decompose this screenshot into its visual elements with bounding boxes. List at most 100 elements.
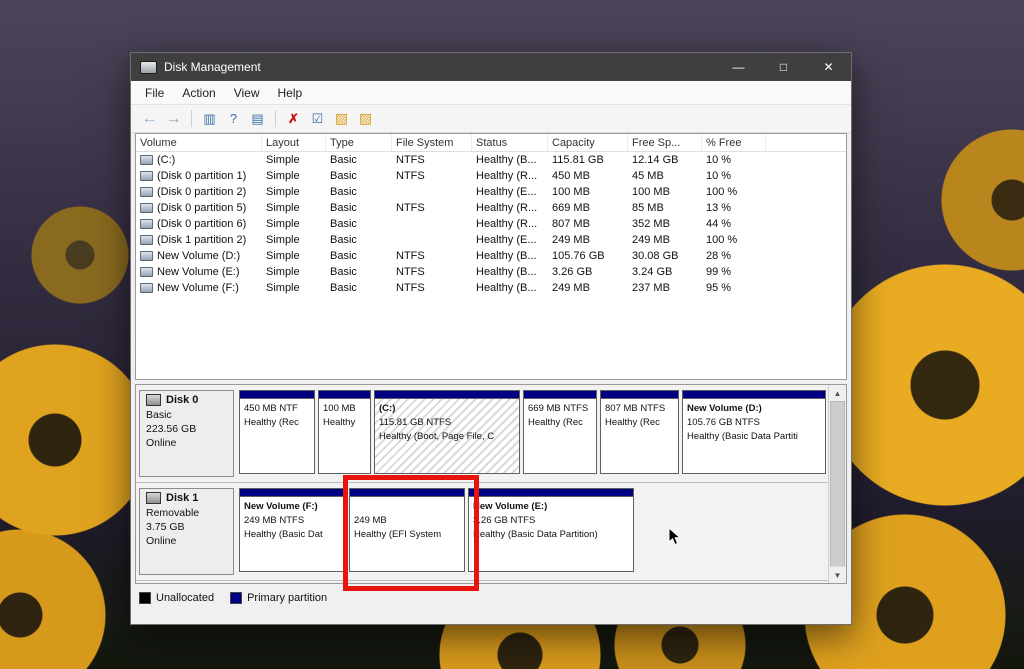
properties-icon[interactable]: ☑ xyxy=(307,108,328,129)
disk1-row: Disk 1 Removable 3.75 GB Online New Volu… xyxy=(136,483,829,581)
maximize-button[interactable]: □ xyxy=(761,53,806,81)
volume-name: (C:) xyxy=(157,154,175,166)
table-row-disk0-p1[interactable]: (Disk 0 partition 1) Simple Basic NTFS H… xyxy=(136,168,846,184)
volume-status: Healthy (B... xyxy=(472,248,548,264)
volume-name: New Volume (D:) xyxy=(157,250,240,262)
scrollbar-thumb[interactable] xyxy=(830,401,845,567)
menubar: File Action View Help xyxy=(131,81,851,105)
disk1-label[interactable]: Disk 1 Removable 3.75 GB Online xyxy=(139,488,234,575)
menu-view[interactable]: View xyxy=(225,83,269,103)
volume-filesystem: NTFS xyxy=(392,152,472,168)
close-button[interactable]: ✕ xyxy=(806,53,851,81)
column-layout[interactable]: Layout xyxy=(262,134,326,152)
scroll-up-icon[interactable]: ▲ xyxy=(829,385,846,402)
volume-filesystem xyxy=(392,184,472,200)
titlebar[interactable]: Disk Management — □ ✕ xyxy=(131,53,851,81)
open-folder-icon[interactable]: ▨ xyxy=(331,108,352,129)
volume-free: 45 MB xyxy=(628,168,702,184)
partition-disk1-new-volume-e[interactable]: New Volume (E:) 3.26 GB NTFS Healthy (Ba… xyxy=(468,488,634,572)
volume-type: Basic xyxy=(326,152,392,168)
table-row-disk0-p6[interactable]: (Disk 0 partition 6) Simple Basic Health… xyxy=(136,216,846,232)
volume-type: Basic xyxy=(326,280,392,296)
menu-help[interactable]: Help xyxy=(269,83,312,103)
table-row-new-volume-e[interactable]: New Volume (E:) Simple Basic NTFS Health… xyxy=(136,264,846,280)
volume-free: 30.08 GB xyxy=(628,248,702,264)
column-filesystem[interactable]: File System xyxy=(392,134,472,152)
volume-capacity: 105.76 GB xyxy=(548,248,628,264)
volume-capacity: 450 MB xyxy=(548,168,628,184)
graphical-view-scrollbar[interactable]: ▲ ▼ xyxy=(828,385,846,583)
column-volume[interactable]: Volume xyxy=(136,134,262,152)
scroll-down-icon[interactable]: ▼ xyxy=(829,566,846,583)
volume-layout: Simple xyxy=(262,200,326,216)
volume-list-header: Volume Layout Type File System Status Ca… xyxy=(136,134,846,152)
toolbar-separator xyxy=(275,110,276,127)
volume-filesystem xyxy=(392,232,472,248)
partition-disk1-new-volume-f[interactable]: New Volume (F:) 249 MB NTFS Healthy (Bas… xyxy=(239,488,346,572)
volume-name: (Disk 0 partition 1) xyxy=(157,170,246,182)
column-type[interactable]: Type xyxy=(326,134,392,152)
menu-file[interactable]: File xyxy=(136,83,173,103)
delete-volume-icon[interactable]: ✗ xyxy=(283,108,304,129)
table-row-new-volume-d[interactable]: New Volume (D:) Simple Basic NTFS Health… xyxy=(136,248,846,264)
show-console-tree-icon[interactable]: ▥ xyxy=(199,108,220,129)
column-status[interactable]: Status xyxy=(472,134,548,152)
volume-pctfree: 10 % xyxy=(702,168,766,184)
partition-disk0-new-volume-d[interactable]: New Volume (D:) 105.76 GB NTFS Healthy (… xyxy=(682,390,826,474)
drive-icon xyxy=(140,219,153,229)
volume-status: Healthy (E... xyxy=(472,184,548,200)
drive-icon xyxy=(140,203,153,213)
explore-folder-icon[interactable]: ▨ xyxy=(355,108,376,129)
partition-disk1-efi-system[interactable]: 249 MB Healthy (EFI System xyxy=(349,488,465,572)
help-icon[interactable]: ? xyxy=(223,108,244,129)
table-row-c[interactable]: (C:) Simple Basic NTFS Healthy (B... 115… xyxy=(136,152,846,168)
column-capacity[interactable]: Capacity xyxy=(548,134,628,152)
volume-free: 249 MB xyxy=(628,232,702,248)
volume-pctfree: 28 % xyxy=(702,248,766,264)
back-icon[interactable]: ← xyxy=(139,108,160,129)
volume-layout: Simple xyxy=(262,184,326,200)
volume-capacity: 669 MB xyxy=(548,200,628,216)
drive-icon xyxy=(140,251,153,261)
partition-disk0-450mb[interactable]: 450 MB NTF Healthy (Rec xyxy=(239,390,315,474)
table-row-disk0-p2[interactable]: (Disk 0 partition 2) Simple Basic Health… xyxy=(136,184,846,200)
disk-icon xyxy=(146,492,161,504)
volume-capacity: 249 MB xyxy=(548,280,628,296)
table-row-disk0-p5[interactable]: (Disk 0 partition 5) Simple Basic NTFS H… xyxy=(136,200,846,216)
partition-name xyxy=(354,500,460,514)
column-freespace[interactable]: Free Sp... xyxy=(628,134,702,152)
forward-icon[interactable]: → xyxy=(163,108,184,129)
partition-disk0-669mb[interactable]: 669 MB NTFS Healthy (Rec xyxy=(523,390,597,474)
column-pctfree[interactable]: % Free xyxy=(702,134,766,152)
disk-type: Removable xyxy=(146,506,227,520)
volume-type: Basic xyxy=(326,248,392,264)
partition-status: Healthy (Rec xyxy=(244,416,310,430)
drive-icon xyxy=(140,235,153,245)
volume-status: Healthy (B... xyxy=(472,280,548,296)
volume-type: Basic xyxy=(326,232,392,248)
table-row-new-volume-f[interactable]: New Volume (F:) Simple Basic NTFS Health… xyxy=(136,280,846,296)
partition-disk0-c[interactable]: (C:) 115.81 GB NTFS Healthy (Boot, Page … xyxy=(374,390,520,474)
volume-layout: Simple xyxy=(262,152,326,168)
partition-name: New Volume (E:) xyxy=(473,500,629,514)
volume-name: (Disk 0 partition 6) xyxy=(157,218,246,230)
partition-size: 100 MB xyxy=(323,402,366,416)
show-action-pane-icon[interactable]: ▤ xyxy=(247,108,268,129)
volume-status: Healthy (B... xyxy=(472,264,548,280)
table-row-disk1-p2[interactable]: (Disk 1 partition 2) Simple Basic Health… xyxy=(136,232,846,248)
partition-disk0-807mb[interactable]: 807 MB NTFS Healthy (Rec xyxy=(600,390,679,474)
disk-management-app-icon xyxy=(140,61,157,74)
toolbar-separator xyxy=(191,110,192,127)
legend-label: Primary partition xyxy=(247,592,327,604)
volume-free: 352 MB xyxy=(628,216,702,232)
disk-size: 223.56 GB xyxy=(146,422,227,436)
partition-disk0-100mb[interactable]: 100 MB Healthy xyxy=(318,390,371,474)
disk-status: Online xyxy=(146,436,227,450)
volume-pctfree: 99 % xyxy=(702,264,766,280)
minimize-button[interactable]: — xyxy=(716,53,761,81)
disk-type: Basic xyxy=(146,408,227,422)
partition-size: 105.76 GB NTFS xyxy=(687,416,821,430)
menu-action[interactable]: Action xyxy=(173,83,224,103)
volume-status: Healthy (R... xyxy=(472,200,548,216)
disk0-label[interactable]: Disk 0 Basic 223.56 GB Online xyxy=(139,390,234,477)
